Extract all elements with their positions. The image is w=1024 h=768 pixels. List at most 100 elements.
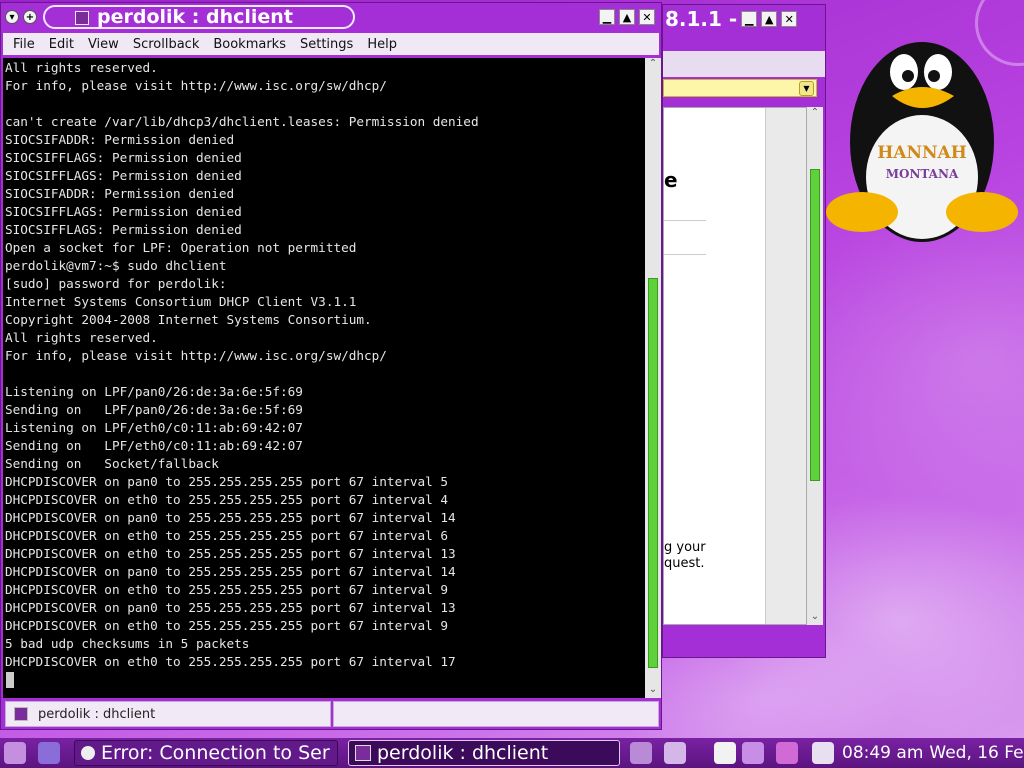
- terminal-line: DHCPDISCOVER on eth0 to 255.255.255.255 …: [5, 492, 449, 507]
- scroll-thumb[interactable]: [810, 169, 820, 481]
- menu-help[interactable]: Help: [367, 37, 397, 52]
- terminal-line: DHCPDISCOVER on pan0 to 255.255.255.255 …: [5, 564, 456, 579]
- window-list-icon[interactable]: [664, 742, 686, 764]
- window-menu-icon[interactable]: ▾: [5, 10, 19, 24]
- page-text-line: g your: [664, 540, 706, 555]
- terminal-line: SIOCSIFFLAGS: Permission denied: [5, 150, 242, 165]
- terminal-titlebar[interactable]: ▾ + perdolik : dhclient ▁ ▲ ✕: [1, 3, 661, 31]
- bulb-icon[interactable]: [742, 742, 764, 764]
- address-combo[interactable]: ▼: [663, 79, 817, 97]
- terminal-line: can't create /var/lib/dhcp3/dhclient.lea…: [5, 114, 479, 129]
- divider: [664, 220, 706, 221]
- divider: [664, 254, 706, 255]
- clipboard-icon[interactable]: [714, 742, 736, 764]
- background-window-title: 8.1.1 -: [665, 7, 738, 31]
- folder-icon[interactable]: [38, 742, 60, 764]
- terminal-text: All rights reserved. For info, please vis…: [3, 58, 645, 671]
- browser-icon: [81, 746, 95, 760]
- kmenu-icon[interactable]: [4, 742, 26, 764]
- terminal-line: Sending on LPF/pan0/26:de:3a:6e:5f:69: [5, 402, 303, 417]
- terminal-line: DHCPDISCOVER on eth0 to 255.255.255.255 …: [5, 654, 456, 669]
- session-tabbar: perdolik : dhclient: [3, 701, 659, 727]
- terminal-line: Sending on Socket/fallback: [5, 456, 219, 471]
- tux-logo-line2: MONTANA: [886, 167, 959, 181]
- menu-edit[interactable]: Edit: [49, 37, 74, 52]
- minimize-button[interactable]: ▁: [599, 9, 615, 25]
- taskbar: Error: Connection to Ser perdolik : dhcl…: [0, 738, 1024, 768]
- terminal-output[interactable]: All rights reserved. For info, please vis…: [3, 58, 645, 698]
- menu-view[interactable]: View: [88, 37, 119, 52]
- task-button-error[interactable]: Error: Connection to Ser: [74, 740, 338, 766]
- terminal-line: 5 bad udp checksums in 5 packets: [5, 636, 250, 651]
- minimize-button[interactable]: ▁: [741, 11, 758, 27]
- chevron-down-icon[interactable]: ▼: [799, 81, 814, 96]
- sticky-icon[interactable]: +: [23, 10, 37, 24]
- inner-scroll-area: [765, 108, 806, 624]
- terminal-line: [sudo] password for perdolik:: [5, 276, 227, 291]
- scroll-down-icon[interactable]: ⌄: [807, 611, 823, 625]
- terminal-line: SIOCSIFADDR: Permission denied: [5, 186, 235, 201]
- window-title-pill[interactable]: perdolik : dhclient: [43, 5, 355, 29]
- terminal-icon: [75, 11, 89, 25]
- terminal-line: Open a socket for LPF: Operation not per…: [5, 240, 357, 255]
- text-cursor: [6, 672, 14, 688]
- maximize-button[interactable]: ▲: [619, 9, 635, 25]
- maximize-button[interactable]: ▲: [761, 11, 778, 27]
- task-label-error: Error: Connection to Ser: [101, 742, 330, 764]
- tray-app-icon[interactable]: [776, 742, 798, 764]
- terminal-line: For info, please visit http://www.isc.or…: [5, 348, 387, 363]
- terminal-line: DHCPDISCOVER on eth0 to 255.255.255.255 …: [5, 528, 449, 543]
- session-tab[interactable]: perdolik : dhclient: [5, 701, 331, 727]
- session-tab-label: perdolik : dhclient: [38, 706, 156, 722]
- terminal-line: perdolik@vm7:~$ sudo dhclient: [5, 258, 227, 273]
- terminal-line: DHCPDISCOVER on pan0 to 255.255.255.255 …: [5, 600, 456, 615]
- page-text-line: quest.: [664, 556, 705, 571]
- background-page-content: e g your quest.: [663, 107, 807, 625]
- page-heading-fragment: e: [664, 168, 678, 192]
- terminal-window[interactable]: ▾ + perdolik : dhclient ▁ ▲ ✕ File Edit …: [0, 2, 662, 730]
- terminal-line: Internet Systems Consortium DHCP Client …: [5, 294, 357, 309]
- terminal-line: SIOCSIFADDR: Permission denied: [5, 132, 235, 147]
- tux-logo-line1: HANNAH: [877, 143, 967, 163]
- page-text-fragment: g your quest.: [664, 540, 706, 572]
- window-title: perdolik : dhclient: [97, 6, 293, 28]
- terminal-line: Sending on LPF/eth0/c0:11:ab:69:42:07: [5, 438, 303, 453]
- menu-file[interactable]: File: [13, 37, 35, 52]
- terminal-line: DHCPDISCOVER on eth0 to 255.255.255.255 …: [5, 546, 456, 561]
- menu-bookmarks[interactable]: Bookmarks: [213, 37, 286, 52]
- background-window-titlebar[interactable]: 8.1.1 - ▁ ▲ ✕: [663, 7, 825, 31]
- tabbar-empty-area: [333, 701, 659, 727]
- terminal-line: DHCPDISCOVER on pan0 to 255.255.255.255 …: [5, 510, 456, 525]
- terminal-line: All rights reserved.: [5, 60, 158, 75]
- menu-scrollback[interactable]: Scrollback: [133, 37, 200, 52]
- terminal-line: All rights reserved.: [5, 330, 158, 345]
- menubar: File Edit View Scrollback Bookmarks Sett…: [3, 33, 659, 55]
- terminal-icon: [14, 707, 28, 721]
- terminal-scrollbar[interactable]: ⌃ ⌄: [645, 58, 661, 698]
- background-browser-window[interactable]: 8.1.1 - ▁ ▲ ✕ ▼ e g your quest. ⌃ ⌄: [662, 4, 826, 658]
- task-button-terminal[interactable]: perdolik : dhclient: [348, 740, 620, 766]
- close-button[interactable]: ✕: [781, 11, 798, 27]
- clock-date: Wed, 16 Feb: [929, 743, 1024, 763]
- scroll-up-icon[interactable]: ⌃: [807, 107, 823, 121]
- desktop-pager-icon[interactable]: [630, 742, 652, 764]
- terminal-line: Listening on LPF/eth0/c0:11:ab:69:42:07: [5, 420, 303, 435]
- terminal-line: DHCPDISCOVER on eth0 to 255.255.255.255 …: [5, 582, 449, 597]
- scroll-thumb[interactable]: [648, 278, 658, 668]
- scroll-up-icon[interactable]: ⌃: [645, 58, 661, 72]
- clock-time: 08:49 am: [842, 743, 924, 763]
- terminal-icon: [355, 745, 371, 761]
- menu-settings[interactable]: Settings: [300, 37, 353, 52]
- task-label-terminal: perdolik : dhclient: [377, 742, 549, 764]
- background-window-toolbar: [663, 51, 825, 77]
- terminal-line: SIOCSIFFLAGS: Permission denied: [5, 168, 242, 183]
- background-window-scrollbar[interactable]: ⌃ ⌄: [807, 107, 823, 625]
- clock[interactable]: 08:49 am Wed, 16 Feb: [842, 740, 1024, 766]
- scroll-down-icon[interactable]: ⌄: [645, 684, 661, 698]
- power-plug-icon[interactable]: [812, 742, 834, 764]
- terminal-line: SIOCSIFFLAGS: Permission denied: [5, 222, 242, 237]
- close-button[interactable]: ✕: [639, 9, 655, 25]
- terminal-line: DHCPDISCOVER on pan0 to 255.255.255.255 …: [5, 474, 449, 489]
